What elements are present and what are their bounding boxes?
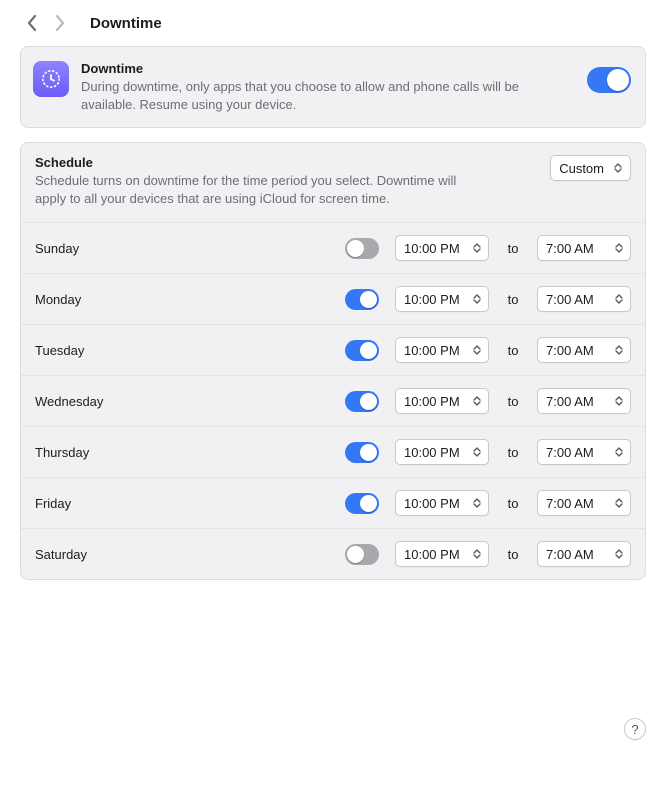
back-button[interactable] [26, 14, 37, 32]
to-label: to [499, 343, 527, 358]
forward-button [55, 14, 66, 32]
help-icon: ? [631, 722, 638, 737]
from-time-monday[interactable]: 10:00 PM [395, 286, 489, 312]
chevron-updown-icon [469, 239, 485, 257]
to-label: to [499, 547, 527, 562]
chevron-updown-icon [469, 494, 485, 512]
to-time-tuesday[interactable]: 7:00 AM [537, 337, 631, 363]
schedule-mode-label: Custom [559, 161, 604, 176]
day-row-friday: Friday 10:00 PM to 7:00 AM [21, 478, 645, 529]
day-toggle-wednesday[interactable] [345, 391, 379, 412]
chevron-updown-icon [611, 494, 627, 512]
chevron-updown-icon [469, 545, 485, 563]
feature-title: Downtime [81, 61, 575, 76]
downtime-icon [33, 61, 69, 97]
chevron-updown-icon [469, 341, 485, 359]
to-time-thursday[interactable]: 7:00 AM [537, 439, 631, 465]
from-time-value: 10:00 PM [404, 292, 460, 307]
to-time-value: 7:00 AM [546, 445, 594, 460]
to-time-value: 7:00 AM [546, 547, 594, 562]
to-label: to [499, 292, 527, 307]
from-time-value: 10:00 PM [404, 547, 460, 562]
from-time-tuesday[interactable]: 10:00 PM [395, 337, 489, 363]
to-label: to [499, 241, 527, 256]
help-button[interactable]: ? [624, 718, 646, 740]
chevron-updown-icon [611, 443, 627, 461]
from-time-value: 10:00 PM [404, 343, 460, 358]
to-time-value: 7:00 AM [546, 496, 594, 511]
to-label: to [499, 445, 527, 460]
from-time-friday[interactable]: 10:00 PM [395, 490, 489, 516]
from-time-sunday[interactable]: 10:00 PM [395, 235, 489, 261]
from-time-value: 10:00 PM [404, 394, 460, 409]
day-row-sunday: Sunday 10:00 PM to 7:00 AM [21, 223, 645, 274]
day-row-monday: Monday 10:00 PM to 7:00 AM [21, 274, 645, 325]
chevron-updown-icon [611, 392, 627, 410]
day-label: Tuesday [35, 343, 335, 358]
schedule-description: Schedule turns on downtime for the time … [35, 172, 465, 208]
day-label: Friday [35, 496, 335, 511]
to-time-friday[interactable]: 7:00 AM [537, 490, 631, 516]
from-time-value: 10:00 PM [404, 445, 460, 460]
chevron-updown-icon [469, 392, 485, 410]
to-time-value: 7:00 AM [546, 394, 594, 409]
day-row-saturday: Saturday 10:00 PM to 7:00 AM [21, 529, 645, 579]
day-toggle-sunday[interactable] [345, 238, 379, 259]
day-toggle-friday[interactable] [345, 493, 379, 514]
to-time-value: 7:00 AM [546, 343, 594, 358]
day-label: Wednesday [35, 394, 335, 409]
day-label: Monday [35, 292, 335, 307]
from-time-wednesday[interactable]: 10:00 PM [395, 388, 489, 414]
chevron-updown-icon [611, 290, 627, 308]
to-label: to [499, 394, 527, 409]
to-label: to [499, 496, 527, 511]
chevron-updown-icon [610, 159, 626, 177]
day-toggle-saturday[interactable] [345, 544, 379, 565]
page-title: Downtime [90, 15, 162, 32]
to-time-wednesday[interactable]: 7:00 AM [537, 388, 631, 414]
day-row-wednesday: Wednesday 10:00 PM to 7:00 AM [21, 376, 645, 427]
chevron-updown-icon [611, 341, 627, 359]
to-time-value: 7:00 AM [546, 292, 594, 307]
day-toggle-monday[interactable] [345, 289, 379, 310]
day-label: Sunday [35, 241, 335, 256]
chevron-updown-icon [611, 239, 627, 257]
downtime-master-toggle[interactable] [587, 67, 631, 93]
schedule-mode-select[interactable]: Custom [550, 155, 631, 181]
feature-description: During downtime, only apps that you choo… [81, 78, 575, 113]
day-label: Saturday [35, 547, 335, 562]
to-time-monday[interactable]: 7:00 AM [537, 286, 631, 312]
schedule-title: Schedule [35, 155, 540, 170]
day-row-thursday: Thursday 10:00 PM to 7:00 AM [21, 427, 645, 478]
chevron-updown-icon [469, 443, 485, 461]
from-time-saturday[interactable]: 10:00 PM [395, 541, 489, 567]
chevron-updown-icon [611, 545, 627, 563]
day-toggle-tuesday[interactable] [345, 340, 379, 361]
from-time-value: 10:00 PM [404, 496, 460, 511]
to-time-saturday[interactable]: 7:00 AM [537, 541, 631, 567]
chevron-updown-icon [469, 290, 485, 308]
day-toggle-thursday[interactable] [345, 442, 379, 463]
day-label: Thursday [35, 445, 335, 460]
to-time-sunday[interactable]: 7:00 AM [537, 235, 631, 261]
to-time-value: 7:00 AM [546, 241, 594, 256]
day-row-tuesday: Tuesday 10:00 PM to 7:00 AM [21, 325, 645, 376]
from-time-thursday[interactable]: 10:00 PM [395, 439, 489, 465]
from-time-value: 10:00 PM [404, 241, 460, 256]
